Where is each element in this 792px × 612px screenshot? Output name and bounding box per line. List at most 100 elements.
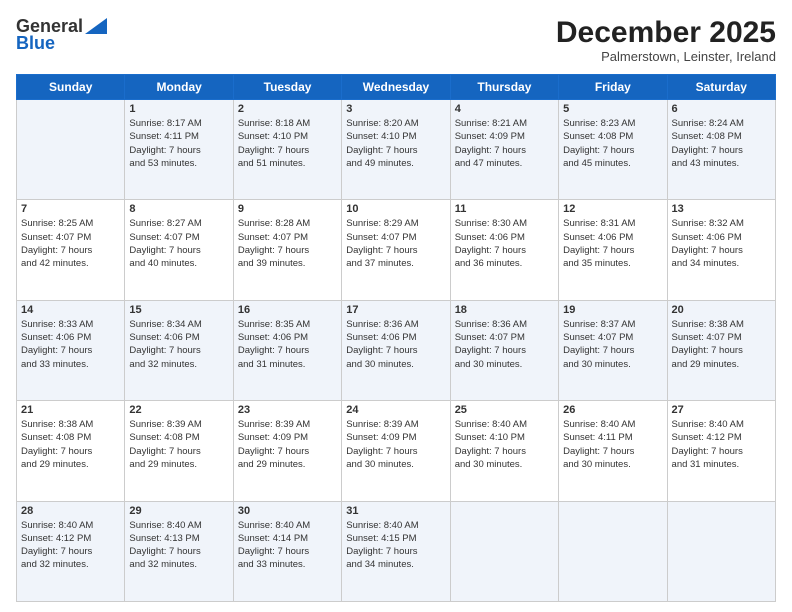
day-number: 21 [21, 404, 120, 416]
day-info: Sunrise: 8:40 AM Sunset: 4:11 PM Dayligh… [563, 418, 662, 471]
calendar-day-header: Saturday [667, 75, 775, 100]
day-info: Sunrise: 8:36 AM Sunset: 4:07 PM Dayligh… [455, 318, 554, 371]
day-info: Sunrise: 8:40 AM Sunset: 4:12 PM Dayligh… [21, 519, 120, 572]
calendar-week-row: 28 Sunrise: 8:40 AM Sunset: 4:12 PM Dayli… [17, 501, 776, 601]
table-row [450, 501, 558, 601]
table-row: 7 Sunrise: 8:25 AM Sunset: 4:07 PM Daylig… [17, 200, 125, 300]
table-row: 15Sunrise: 8:34 AM Sunset: 4:06 PM Dayli… [125, 300, 233, 400]
day-number: 2 [238, 103, 337, 115]
day-number: 24 [346, 404, 445, 416]
day-info: Sunrise: 8:33 AM Sunset: 4:06 PM Dayligh… [21, 318, 120, 371]
day-info: Sunrise: 8:18 AM Sunset: 4:10 PM Dayligh… [238, 117, 337, 170]
day-info: Sunrise: 8:40 AM Sunset: 4:15 PM Dayligh… [346, 519, 445, 572]
day-number: 10 [346, 203, 445, 215]
day-info: Sunrise: 8:21 AM Sunset: 4:09 PM Dayligh… [455, 117, 554, 170]
day-info: Sunrise: 8:35 AM Sunset: 4:06 PM Dayligh… [238, 318, 337, 371]
day-info: Sunrise: 8:40 AM Sunset: 4:12 PM Dayligh… [672, 418, 771, 471]
day-info: Sunrise: 8:40 AM Sunset: 4:13 PM Dayligh… [129, 519, 228, 572]
calendar-day-header: Sunday [17, 75, 125, 100]
day-info: Sunrise: 8:20 AM Sunset: 4:10 PM Dayligh… [346, 117, 445, 170]
table-row: 29 Sunrise: 8:40 AM Sunset: 4:13 PM Dayli… [125, 501, 233, 601]
table-row: 6Sunrise: 8:24 AM Sunset: 4:08 PM Daylig… [667, 100, 775, 200]
day-info: Sunrise: 8:28 AM Sunset: 4:07 PM Dayligh… [238, 217, 337, 270]
day-info: Sunrise: 8:29 AM Sunset: 4:07 PM Dayligh… [346, 217, 445, 270]
day-number: 30 [238, 505, 337, 517]
table-row: 18 Sunrise: 8:36 AM Sunset: 4:07 PM Dayli… [450, 300, 558, 400]
calendar-week-row: 14 Sunrise: 8:33 AM Sunset: 4:06 PM Dayli… [17, 300, 776, 400]
day-info: Sunrise: 8:36 AM Sunset: 4:06 PM Dayligh… [346, 318, 445, 371]
day-info: Sunrise: 8:23 AM Sunset: 4:08 PM Dayligh… [563, 117, 662, 170]
table-row: 4 Sunrise: 8:21 AM Sunset: 4:09 PM Daylig… [450, 100, 558, 200]
table-row: 24 Sunrise: 8:39 AM Sunset: 4:09 PM Dayli… [342, 401, 450, 501]
logo-icon [85, 18, 107, 34]
day-number: 22 [129, 404, 228, 416]
header: General Blue December 2025 Palmerstown, … [16, 16, 776, 64]
day-number: 12 [563, 203, 662, 215]
table-row [559, 501, 667, 601]
day-info: Sunrise: 8:39 AM Sunset: 4:09 PM Dayligh… [238, 418, 337, 471]
day-number: 13 [672, 203, 771, 215]
day-number: 20 [672, 304, 771, 316]
calendar-day-header: Monday [125, 75, 233, 100]
day-number: 9 [238, 203, 337, 215]
day-number: 15 [129, 304, 228, 316]
day-info: Sunrise: 8:32 AM Sunset: 4:06 PM Dayligh… [672, 217, 771, 270]
table-row: 17Sunrise: 8:36 AM Sunset: 4:06 PM Dayli… [342, 300, 450, 400]
table-row [667, 501, 775, 601]
table-row: 20 Sunrise: 8:38 AM Sunset: 4:07 PM Dayli… [667, 300, 775, 400]
day-number: 14 [21, 304, 120, 316]
table-row [17, 100, 125, 200]
table-row: 11 Sunrise: 8:30 AM Sunset: 4:06 PM Dayli… [450, 200, 558, 300]
day-number: 6 [672, 103, 771, 115]
table-row: 9 Sunrise: 8:28 AM Sunset: 4:07 PM Daylig… [233, 200, 341, 300]
table-row: 31 Sunrise: 8:40 AM Sunset: 4:15 PM Dayli… [342, 501, 450, 601]
day-number: 29 [129, 505, 228, 517]
day-info: Sunrise: 8:30 AM Sunset: 4:06 PM Dayligh… [455, 217, 554, 270]
page-container: General Blue December 2025 Palmerstown, … [0, 0, 792, 612]
calendar-week-row: 21 Sunrise: 8:38 AM Sunset: 4:08 PM Dayli… [17, 401, 776, 501]
logo: General Blue [16, 16, 107, 54]
day-info: Sunrise: 8:39 AM Sunset: 4:08 PM Dayligh… [129, 418, 228, 471]
table-row: 26 Sunrise: 8:40 AM Sunset: 4:11 PM Dayli… [559, 401, 667, 501]
day-info: Sunrise: 8:38 AM Sunset: 4:08 PM Dayligh… [21, 418, 120, 471]
day-number: 11 [455, 203, 554, 215]
table-row: 14 Sunrise: 8:33 AM Sunset: 4:06 PM Dayli… [17, 300, 125, 400]
month-title: December 2025 [556, 16, 776, 49]
day-number: 4 [455, 103, 554, 115]
day-info: Sunrise: 8:25 AM Sunset: 4:07 PM Dayligh… [21, 217, 120, 270]
calendar-header-row: SundayMondayTuesdayWednesdayThursdayFrid… [17, 75, 776, 100]
table-row: 30 Sunrise: 8:40 AM Sunset: 4:14 PM Dayli… [233, 501, 341, 601]
day-number: 5 [563, 103, 662, 115]
calendar-day-header: Friday [559, 75, 667, 100]
table-row: 28 Sunrise: 8:40 AM Sunset: 4:12 PM Dayli… [17, 501, 125, 601]
table-row: 27 Sunrise: 8:40 AM Sunset: 4:12 PM Dayli… [667, 401, 775, 501]
day-info: Sunrise: 8:37 AM Sunset: 4:07 PM Dayligh… [563, 318, 662, 371]
table-row: 19Sunrise: 8:37 AM Sunset: 4:07 PM Dayli… [559, 300, 667, 400]
calendar-day-header: Wednesday [342, 75, 450, 100]
day-number: 8 [129, 203, 228, 215]
day-number: 18 [455, 304, 554, 316]
day-info: Sunrise: 8:31 AM Sunset: 4:06 PM Dayligh… [563, 217, 662, 270]
table-row: 2 Sunrise: 8:18 AM Sunset: 4:10 PM Daylig… [233, 100, 341, 200]
logo-blue: Blue [16, 33, 55, 54]
day-info: Sunrise: 8:40 AM Sunset: 4:14 PM Dayligh… [238, 519, 337, 572]
day-info: Sunrise: 8:39 AM Sunset: 4:09 PM Dayligh… [346, 418, 445, 471]
calendar-week-row: 1Sunrise: 8:17 AM Sunset: 4:11 PM Daylig… [17, 100, 776, 200]
calendar-week-row: 7 Sunrise: 8:25 AM Sunset: 4:07 PM Daylig… [17, 200, 776, 300]
day-number: 27 [672, 404, 771, 416]
table-row: 1Sunrise: 8:17 AM Sunset: 4:11 PM Daylig… [125, 100, 233, 200]
table-row: 21 Sunrise: 8:38 AM Sunset: 4:08 PM Dayli… [17, 401, 125, 501]
day-number: 31 [346, 505, 445, 517]
day-number: 16 [238, 304, 337, 316]
day-number: 7 [21, 203, 120, 215]
day-info: Sunrise: 8:40 AM Sunset: 4:10 PM Dayligh… [455, 418, 554, 471]
day-info: Sunrise: 8:38 AM Sunset: 4:07 PM Dayligh… [672, 318, 771, 371]
day-number: 23 [238, 404, 337, 416]
location: Palmerstown, Leinster, Ireland [556, 49, 776, 64]
day-number: 1 [129, 103, 228, 115]
table-row: 10 Sunrise: 8:29 AM Sunset: 4:07 PM Dayli… [342, 200, 450, 300]
table-row: 16 Sunrise: 8:35 AM Sunset: 4:06 PM Dayli… [233, 300, 341, 400]
day-number: 26 [563, 404, 662, 416]
table-row: 22 Sunrise: 8:39 AM Sunset: 4:08 PM Dayli… [125, 401, 233, 501]
day-number: 28 [21, 505, 120, 517]
